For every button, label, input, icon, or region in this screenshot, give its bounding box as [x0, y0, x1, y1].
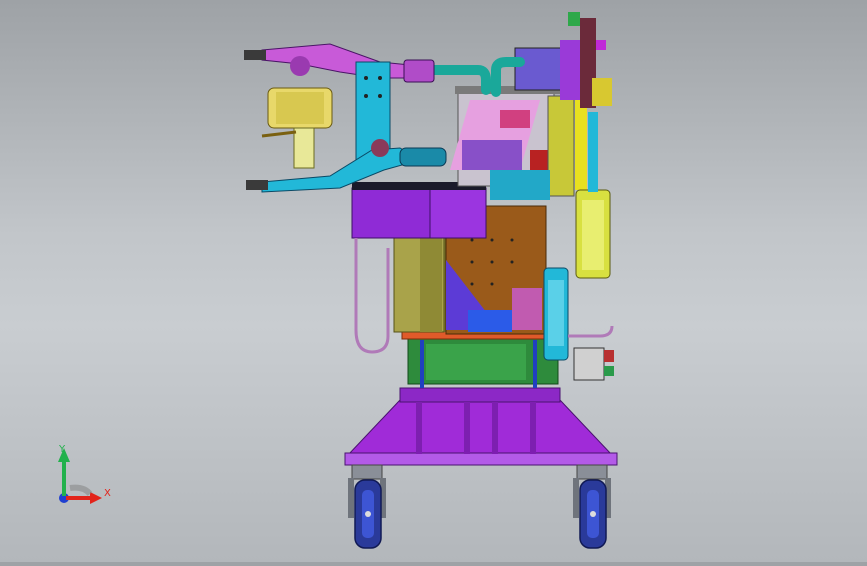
left-caster-wheel [348, 464, 386, 549]
lower-frame [401, 329, 563, 388]
y-axis-label: Y [58, 444, 66, 455]
purple-blocks [351, 182, 487, 239]
right-cyan-cylinder [543, 267, 569, 361]
left-rotary-cylinder [261, 87, 333, 169]
cad-model-render[interactable] [0, 0, 867, 562]
cad-viewport[interactable]: Y X [0, 0, 867, 562]
right-side-fittings [573, 347, 614, 381]
coordinate-triad: Y X [58, 444, 111, 504]
upper-clamp-assembly [450, 86, 587, 200]
right-caster-wheel [573, 464, 611, 549]
x-axis-label: X [104, 488, 111, 499]
olive-side-panels [393, 235, 450, 333]
x-axis-arrow-icon [90, 492, 102, 504]
cart-base [344, 387, 618, 466]
